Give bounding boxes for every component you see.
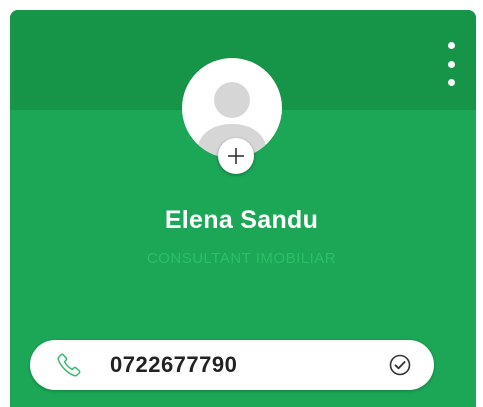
phone-icon [57, 353, 81, 377]
check-circle-icon [389, 354, 411, 376]
menu-dot [447, 42, 455, 49]
profile-role: CONSULTANT IMOBILIAR [146, 250, 337, 267]
more-vertical-icon[interactable] [440, 42, 462, 86]
menu-dot [447, 79, 455, 86]
phone-number: 0722677790 [110, 352, 238, 377]
profile-name: Elena Sandu [164, 206, 319, 234]
phone-field[interactable]: 0722677790 [30, 340, 434, 390]
add-photo-button[interactable] [218, 138, 254, 174]
plus-icon [228, 148, 244, 164]
menu-dot [447, 60, 455, 68]
